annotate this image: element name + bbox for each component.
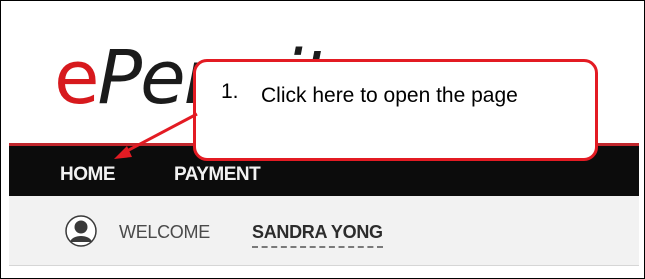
nav-item-home[interactable]: HOME <box>60 164 116 186</box>
callout-text: Click here to open the page <box>261 84 518 107</box>
user-avatar-icon <box>65 215 97 247</box>
user-name-link[interactable]: SANDRA YONG <box>252 222 383 248</box>
welcome-label: WELCOME <box>119 222 210 242</box>
welcome-bar: WELCOME SANDRA YONG <box>9 196 639 266</box>
instruction-callout: 1. Click here to open the page <box>193 59 598 161</box>
logo-letter-e: e <box>54 35 100 121</box>
nav-item-payment[interactable]: PAYMENT <box>174 164 261 186</box>
callout-step-number: 1. <box>221 80 239 103</box>
welcome-bar-divider <box>9 265 639 266</box>
screenshot-frame: ePermit HOME PAYMENT WELCOME SANDRA YONG… <box>0 0 645 279</box>
